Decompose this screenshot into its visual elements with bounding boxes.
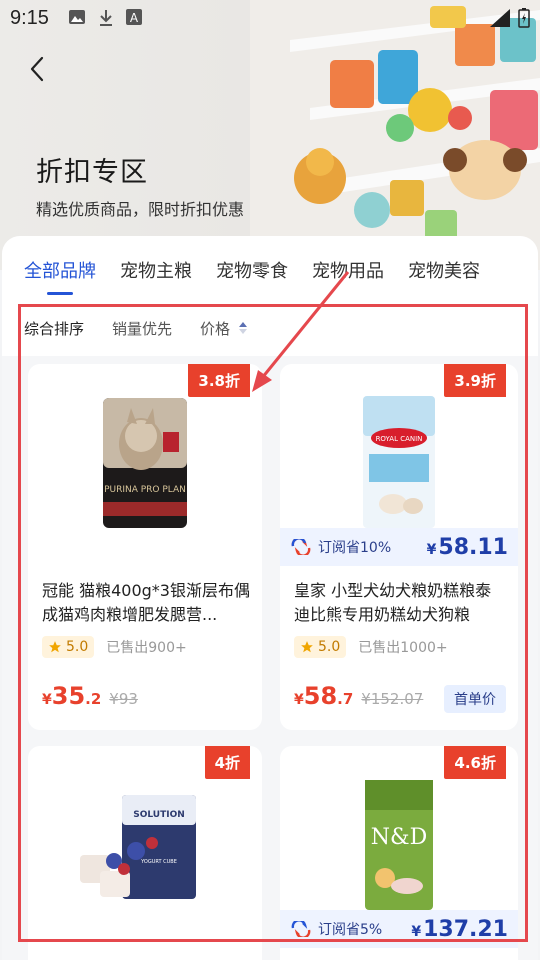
- product-card[interactable]: PURINA PRO PLAN 3.8折 冠能 猫粮400g*3银渐层布偶成猫鸡…: [28, 364, 262, 730]
- status-time: 9:15: [10, 7, 49, 29]
- price-int: 58: [303, 682, 338, 710]
- tab-pet-snacks[interactable]: 宠物零食: [216, 253, 288, 283]
- yogurt-cube-text: YOGURT CUBE: [140, 859, 177, 865]
- sort-price[interactable]: 价格: [200, 318, 248, 339]
- first-order-tag: 首单价: [444, 685, 506, 713]
- proplan-logo-text: PURINA PRO PLAN: [104, 485, 186, 495]
- proplan-bag-image: PURINA PRO PLAN: [103, 397, 187, 528]
- subscription-label: 订阅省5%: [290, 919, 382, 939]
- product-name: 冠能 猫粮400g*3银渐层布偶成猫鸡肉粮增肥发腮营...: [42, 581, 250, 624]
- price-currency: ¥: [294, 692, 304, 708]
- solution-logo-text: SOLUTION: [133, 810, 185, 820]
- royal-canin-logo-text: ROYAL CANIN: [376, 435, 423, 443]
- sub-price-value: 137.21: [423, 916, 508, 942]
- current-price: ¥35.2: [42, 682, 101, 710]
- rating-row: 5.0 已售出900+: [42, 636, 187, 658]
- yogurt-cube-bag-image: SOLUTION YOGURT CUBE: [80, 794, 196, 899]
- sold-count: 已售出900+: [106, 640, 187, 656]
- star-icon: [49, 641, 61, 653]
- product-card[interactable]: SOLUTION YOGURT CUBE 4折: [28, 746, 262, 960]
- download-icon: [100, 10, 112, 26]
- tab-pet-grooming[interactable]: 宠物美容: [408, 253, 480, 283]
- tab-all-brands[interactable]: 全部品牌: [24, 253, 96, 283]
- subscription-label: 订阅省10%: [290, 537, 391, 557]
- subscription-text: 订阅省10%: [318, 540, 392, 556]
- rating-badge: 5.0: [42, 636, 95, 658]
- sort-arrows-icon: [239, 322, 248, 334]
- price-int: 35: [51, 682, 86, 710]
- royal-canin-bag-image: ROYAL CANIN: [363, 395, 435, 528]
- status-right: [490, 8, 530, 28]
- subscription-price: ¥137.21: [411, 917, 508, 942]
- price-dec: .2: [85, 690, 102, 708]
- price-row: ¥35.2 ¥93: [42, 682, 250, 710]
- svg-text:A: A: [130, 11, 139, 25]
- original-price: ¥93: [109, 690, 138, 708]
- price-dec: .7: [337, 690, 354, 708]
- text-icon: A: [126, 9, 142, 25]
- sub-currency: ¥: [411, 923, 422, 940]
- back-button[interactable]: [22, 52, 52, 86]
- sort-sales[interactable]: 销量优先: [112, 318, 172, 339]
- pet-shelf-illustration: [250, 0, 540, 270]
- category-tabs: 全部品牌 宠物主粮 宠物零食 宠物用品 宠物美容: [2, 236, 538, 300]
- subscription-strip: 订阅省5% ¥137.21: [280, 910, 518, 948]
- tab-pet-staple-food[interactable]: 宠物主粮: [120, 253, 192, 283]
- price-currency: ¥: [42, 692, 52, 708]
- tab-pet-supplies[interactable]: 宠物用品: [312, 253, 384, 283]
- discount-badge: 3.9折: [444, 364, 506, 397]
- nd-logo-text: N&D: [371, 825, 427, 850]
- hero-banner: 9:15 A 折扣专区 精选优质商品，限时折扣优惠: [0, 0, 540, 270]
- nd-bag-image: N&D: [365, 779, 433, 910]
- rating-value: 5.0: [318, 639, 341, 655]
- image-icon: [69, 10, 85, 24]
- sub-price-value: 58.11: [438, 534, 508, 560]
- star-icon: [301, 641, 313, 653]
- page-subtitle: 精选优质商品，限时折扣优惠: [36, 200, 245, 219]
- sub-currency: ¥: [426, 541, 437, 558]
- status-bar: 9:15 A: [0, 0, 540, 36]
- page-title: 折扣专区: [36, 157, 148, 188]
- sort-comprehensive[interactable]: 综合排序: [24, 318, 84, 339]
- rating-badge: 5.0: [294, 636, 347, 658]
- subscription-strip: 订阅省10% ¥58.11: [280, 528, 518, 566]
- content-panel: 全部品牌 宠物主粮 宠物零食 宠物用品 宠物美容 综合排序 销量优先 价格 PU…: [2, 236, 538, 960]
- rating-row: 5.0 已售出1000+: [294, 636, 448, 658]
- discount-badge: 4折: [204, 746, 250, 779]
- product-name: 皇家 小型犬幼犬粮奶糕粮泰迪比熊专用奶糕幼犬狗粮: [294, 581, 492, 624]
- price-row: ¥58.7 ¥152.07 首单价: [294, 682, 506, 713]
- discount-badge: 4.6折: [444, 746, 506, 779]
- subscription-price: ¥58.11: [427, 535, 508, 560]
- product-card[interactable]: N&D 4.6折 订阅省5% ¥137.21: [280, 746, 518, 960]
- subscribe-loop-icon: [291, 539, 311, 555]
- subscription-text: 订阅省5%: [318, 922, 383, 938]
- original-price: ¥152.07: [361, 690, 424, 708]
- sort-bar: 综合排序 销量优先 价格: [2, 300, 538, 356]
- discount-badge: 3.8折: [188, 364, 250, 397]
- subscribe-loop-icon: [291, 921, 311, 937]
- product-card[interactable]: ROYAL CANIN 3.9折 订阅省10% ¥58.11 皇家 小型犬幼犬粮…: [280, 364, 518, 730]
- sort-price-label: 价格: [200, 319, 231, 338]
- status-icons: A: [68, 9, 142, 27]
- battery-icon: [518, 8, 530, 28]
- chevron-left-icon: [30, 56, 44, 82]
- sold-count: 已售出1000+: [358, 640, 448, 656]
- rating-value: 5.0: [66, 639, 89, 655]
- current-price: ¥58.7: [294, 682, 353, 710]
- signal-icon: [490, 9, 510, 27]
